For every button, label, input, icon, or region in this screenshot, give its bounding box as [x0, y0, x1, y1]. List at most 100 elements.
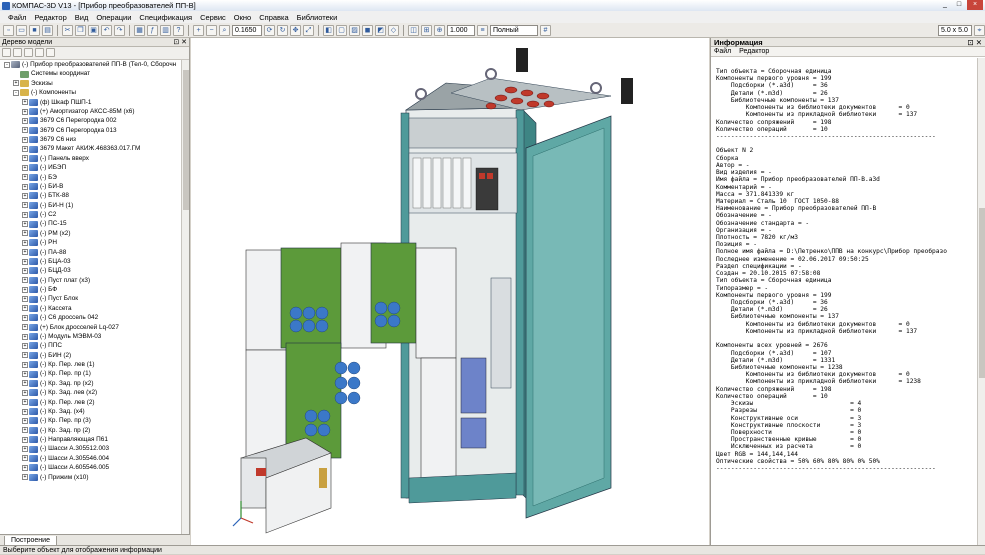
tree-item[interactable]: + (+) Блок дросселей Lq-027	[0, 323, 182, 332]
tree-item[interactable]: + (-) Шасси А.305546.004	[0, 454, 182, 463]
info-menu-file[interactable]: Файл	[714, 48, 731, 55]
tree-item[interactable]: + (-) Кр. Зад. пр (х2)	[0, 379, 182, 388]
tree-expander-icon[interactable]: +	[22, 155, 28, 162]
help-icon[interactable]: ?	[173, 24, 184, 36]
tree-expander-icon[interactable]: +	[22, 286, 28, 293]
tree-expander-icon[interactable]: +	[22, 277, 28, 284]
tree-expander-icon[interactable]: +	[22, 174, 28, 181]
tree-expander-icon[interactable]: +	[22, 342, 28, 349]
tree-expander-icon[interactable]: +	[22, 230, 28, 237]
maximize-button[interactable]: □	[953, 0, 965, 10]
shaded-icon[interactable]: ◼	[362, 24, 373, 36]
tree-expander-icon[interactable]: +	[22, 408, 28, 415]
tree-expander-icon[interactable]: +	[22, 314, 28, 321]
tree-item[interactable]: - (-) Прибор преобразователей ПП-В (Тел-0…	[0, 60, 182, 69]
menu-window[interactable]: Окно	[230, 13, 255, 22]
layers-icon[interactable]: ≡	[477, 24, 488, 36]
tree-expander-icon[interactable]: +	[22, 211, 28, 218]
menu-service[interactable]: Сервис	[196, 13, 230, 22]
tree-expander-icon[interactable]: +	[22, 249, 28, 256]
tree-expander-icon[interactable]: +	[22, 136, 28, 143]
tree-scrollbar[interactable]	[181, 60, 189, 534]
tree-filter-icon[interactable]	[13, 48, 22, 57]
tree-item[interactable]: + (-) Кр. Пер. лев (1)	[0, 360, 182, 369]
info-menu-editor[interactable]: Редактор	[739, 48, 769, 55]
tree-expander-icon[interactable]: +	[22, 108, 28, 115]
section-icon[interactable]: ◫	[408, 24, 419, 36]
tree-item[interactable]: + (-) Кр. Пер. лев (2)	[0, 398, 182, 407]
tree-expander-icon[interactable]: +	[22, 399, 28, 406]
redo-icon[interactable]: ↷	[114, 24, 125, 36]
snap-icon[interactable]: ⌖	[974, 24, 985, 36]
tree-item[interactable]: + (-) БИН (2)	[0, 351, 182, 360]
shaded-edges-icon[interactable]: ◩	[375, 24, 386, 36]
tree-item[interactable]: + (-) БЦД-03	[0, 266, 182, 275]
tree-item[interactable]: + (-) ИБЭП	[0, 163, 182, 172]
tree-item[interactable]: + (-) Пуст плат (х3)	[0, 276, 182, 285]
tree-expander-icon[interactable]: +	[22, 146, 28, 153]
tree-expander-icon[interactable]: +	[22, 221, 28, 228]
tree-expander-icon[interactable]: +	[22, 164, 28, 171]
tree-expander-icon[interactable]: +	[22, 202, 28, 209]
tree-item[interactable]: + (-) Пуст Блок	[0, 294, 182, 303]
display-mode-select[interactable]: Полный	[490, 24, 538, 36]
tree-item[interactable]: + (-) Кр. Зад. лев (х2)	[0, 388, 182, 397]
tree-expander-icon[interactable]: +	[22, 305, 28, 312]
tree-expander-icon[interactable]: +	[22, 352, 28, 359]
tree-expander-icon[interactable]: +	[22, 296, 28, 303]
model-viewport[interactable]	[191, 38, 709, 545]
tree-item[interactable]: + (-) ПА-88	[0, 248, 182, 257]
tree-scroll-thumb[interactable]	[183, 70, 189, 210]
tree-expander-icon[interactable]: +	[22, 267, 28, 274]
hidden-lines-icon[interactable]: ▨	[349, 24, 360, 36]
tree-item[interactable]: +3679 С6 Перегородка 002	[0, 116, 182, 125]
tree-item[interactable]: + (-) БИ-Н (1)	[0, 201, 182, 210]
menu-specification[interactable]: Спецификация	[135, 13, 196, 22]
tree-item[interactable]: + (-) Шасси А.605546.005	[0, 463, 182, 472]
tree-structure-icon[interactable]	[2, 48, 11, 57]
tree-expander-icon[interactable]: +	[22, 371, 28, 378]
minimize-button[interactable]: _	[939, 0, 951, 10]
tree-item[interactable]: + (-) Шасси А.305512.003	[0, 444, 182, 453]
zoom-in-icon[interactable]: +	[193, 24, 204, 36]
menu-file[interactable]: Файл	[4, 13, 30, 22]
manager-icon[interactable]: ▦	[134, 24, 145, 36]
tree-expander-icon[interactable]: +	[22, 380, 28, 387]
close-button[interactable]: ×	[967, 0, 983, 10]
pin-icon[interactable]: ⊡ ✕	[173, 38, 187, 47]
info-text-area[interactable]: Тип объекта = Сборочная единица Компонент…	[716, 68, 978, 544]
rotate-icon[interactable]: ↻	[277, 24, 288, 36]
tree-item[interactable]: + (-) Модуль МЭВМ-03	[0, 332, 182, 341]
pan-icon[interactable]: ✥	[290, 24, 301, 36]
tree-expand-icon[interactable]	[46, 48, 55, 57]
tree-expander-icon[interactable]: +	[22, 239, 28, 246]
mcs-icon[interactable]: ⊕	[434, 24, 445, 36]
tree-show-icon[interactable]	[35, 48, 44, 57]
tree-expander-icon[interactable]: +	[22, 455, 28, 462]
tree-sort-icon[interactable]	[24, 48, 33, 57]
tree-item[interactable]: + (-) С2	[0, 210, 182, 219]
tree-item[interactable]: + (-) С6 дроссель 042	[0, 313, 182, 322]
tree-item[interactable]: + (-) Панель вверх	[0, 154, 182, 163]
tree-expander-icon[interactable]: +	[13, 80, 19, 87]
tree-expander-icon[interactable]: +	[22, 99, 28, 106]
zoom-field[interactable]: 0.1650	[232, 24, 262, 36]
tree-expander-icon[interactable]: +	[22, 258, 28, 265]
tree-expander-icon[interactable]: +	[22, 361, 28, 368]
cut-icon[interactable]: ✂	[62, 24, 73, 36]
copy-icon[interactable]: ❐	[75, 24, 86, 36]
tree-item[interactable]: + (-) РМ (х2)	[0, 229, 182, 238]
info-scroll-thumb[interactable]	[979, 208, 985, 378]
tree-expander-icon[interactable]: +	[22, 474, 28, 481]
tree-expander-icon[interactable]: +	[22, 464, 28, 471]
tree-item[interactable]: - (-) Компоненты	[0, 88, 182, 97]
tree-item[interactable]: + (-) БТК-88	[0, 191, 182, 200]
refresh-icon[interactable]: ⟳	[264, 24, 275, 36]
tree-item[interactable]: + (-) Направляющая П61	[0, 435, 182, 444]
tree-expander-icon[interactable]: +	[22, 436, 28, 443]
tree-item[interactable]: + (-) Кр. Зад. (х4)	[0, 407, 182, 416]
tree-expander-icon[interactable]: +	[22, 417, 28, 424]
menu-operations[interactable]: Операции	[92, 13, 135, 22]
tree-item[interactable]: +3679 С6 Перегородка 013	[0, 126, 182, 135]
tree-item[interactable]: + (+) Амортизатор АКСС-85М (х6)	[0, 107, 182, 116]
